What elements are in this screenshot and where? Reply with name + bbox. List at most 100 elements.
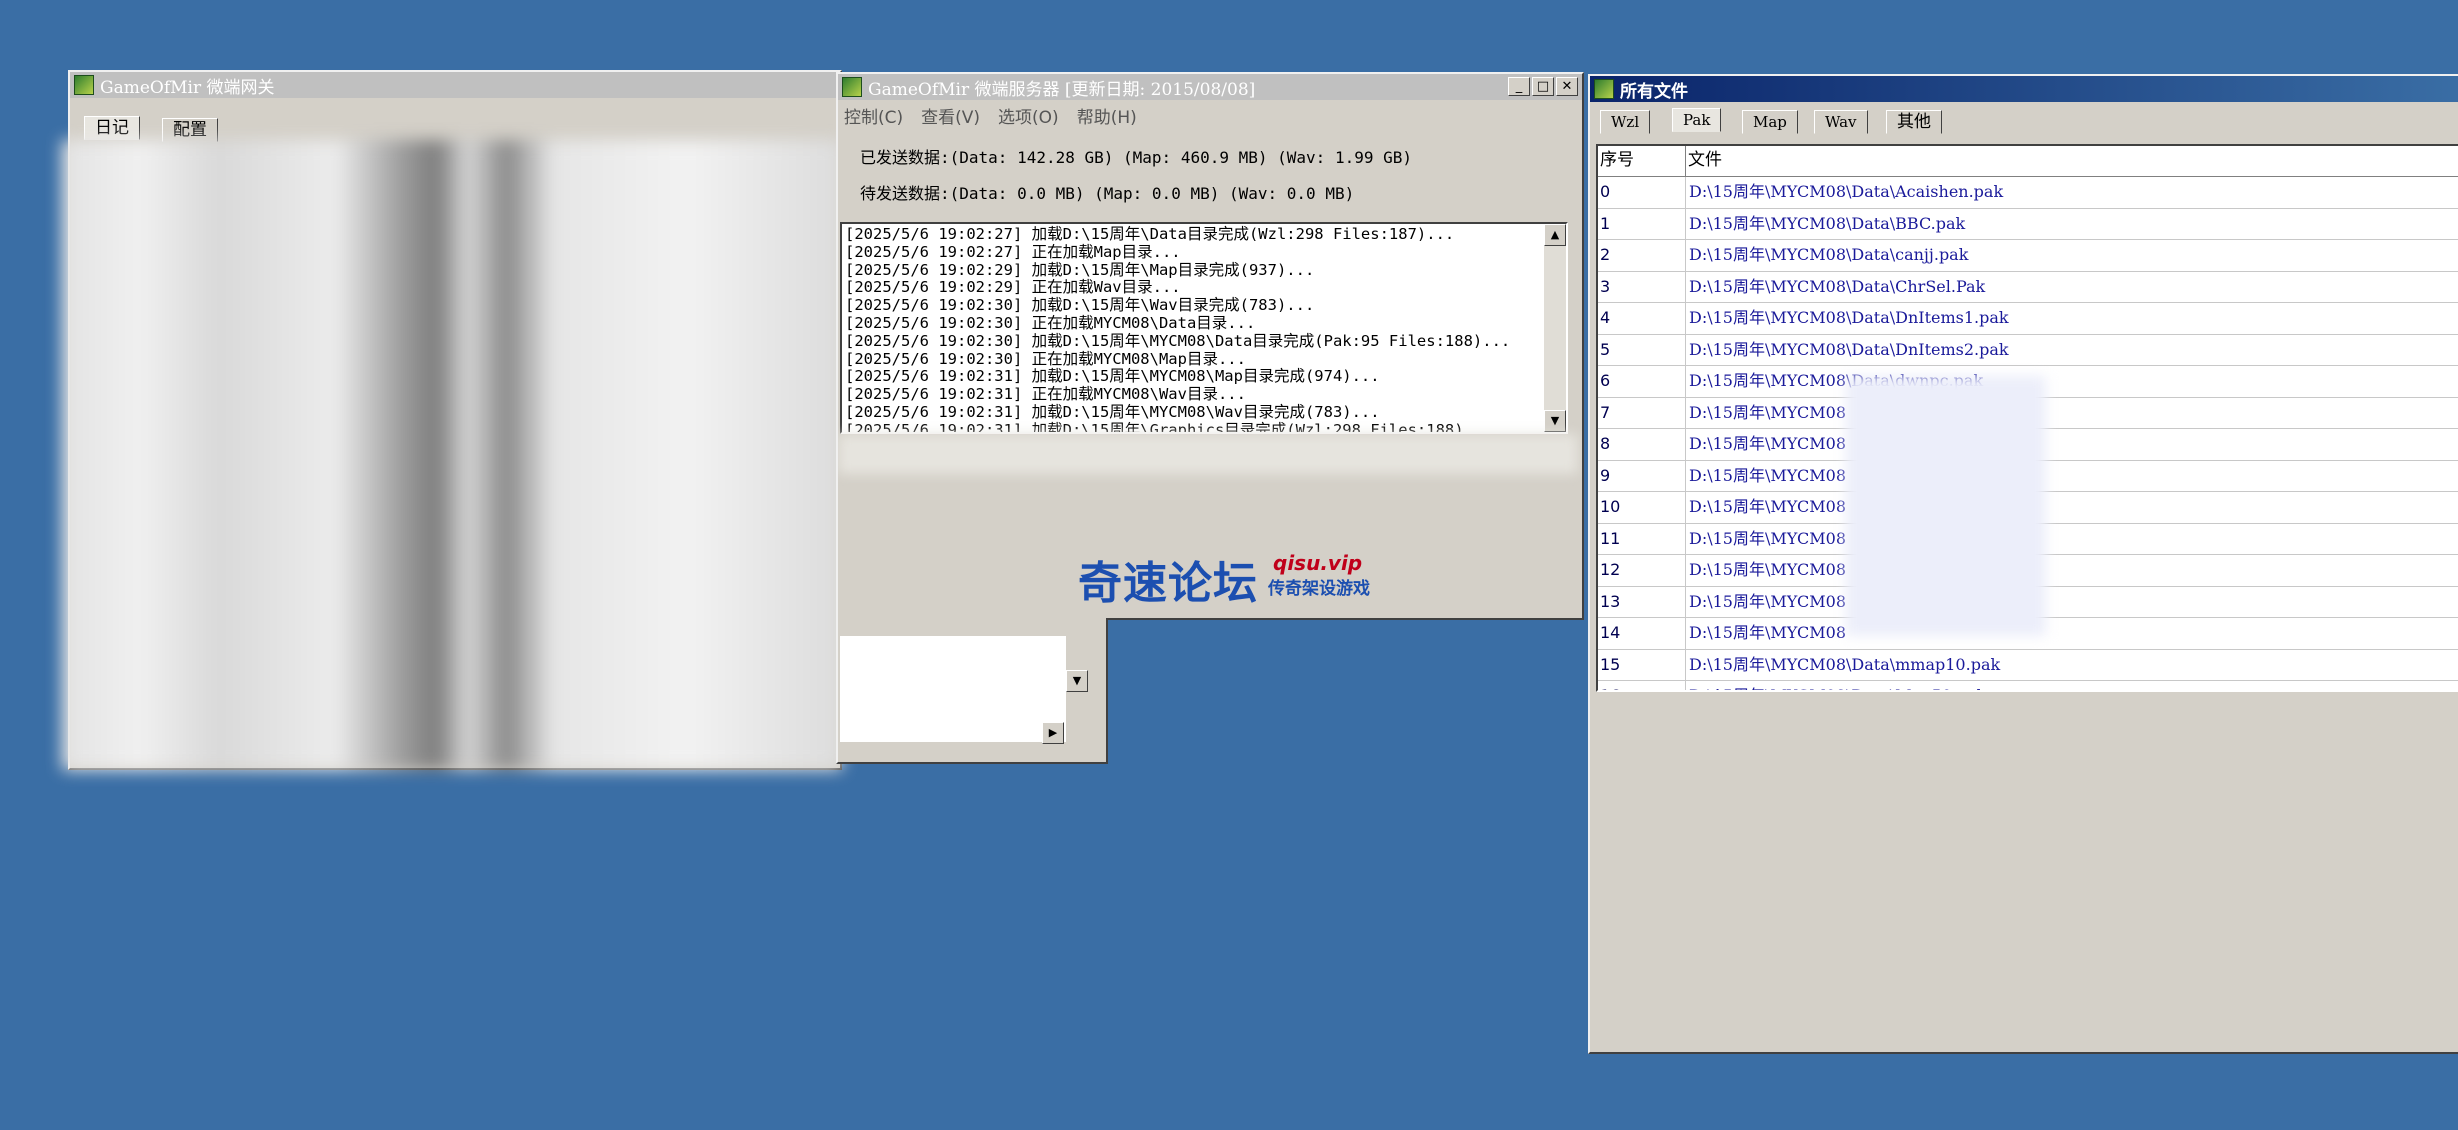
- log-line: [2025/5/6 19:02:27] 加载D:\15周年\Data目录完成(W…: [845, 225, 1455, 243]
- row-index: 15: [1598, 649, 1686, 680]
- row-file-path: D:\15周年\MYCM08: [1689, 623, 1847, 642]
- column-index[interactable]: 序号: [1598, 146, 1686, 176]
- row-file-path: D:\15周年\MYCM08: [1689, 560, 1847, 579]
- scroll-down-icon[interactable]: ▼: [1066, 670, 1088, 692]
- log-line: [2025/5/6 19:02:31] 加载D:\15周年\MYCM08\Wav…: [845, 402, 1380, 421]
- table-row[interactable]: 5 D:\15周年\MYCM08\Data\DnItems2.pak: [1598, 334, 2458, 366]
- scroll-right-icon[interactable]: ▶: [1042, 722, 1064, 744]
- hidden-panel: ▼ ▶: [836, 618, 1108, 764]
- scroll-up-icon[interactable]: ▲: [1544, 224, 1566, 246]
- row-file-path: D:\15周年\MYCM08\Data\dwnpc.pak: [1689, 371, 1984, 390]
- row-index: 7: [1598, 397, 1686, 428]
- scroll-down-icon[interactable]: ▼: [1544, 410, 1566, 432]
- app-icon: [1594, 79, 1614, 99]
- pending-data-line: 待发送数据:(Data: 0.0 MB) (Map: 0.0 MB) (Wav:…: [860, 184, 1355, 203]
- gateway-title-bar[interactable]: GameOfMir 微端网关: [70, 72, 840, 98]
- row-file-path: D:\15周年\MYCM08: [1689, 402, 1847, 422]
- log-line: [2025/5/6 19:02:31] 加载D:\15周年\Graphics目录…: [845, 420, 1492, 434]
- watermark: 奇速论坛 qisu.vip 传奇架设游戏: [1078, 547, 1370, 611]
- log-scrollbar[interactable]: ▲ ▼: [1544, 224, 1566, 432]
- tab-wav[interactable]: Wav: [1814, 110, 1868, 134]
- row-file-path: D:\15周年\MYCM08: [1689, 434, 1847, 453]
- table-row[interactable]: 1 D:\15周年\MYCM08\Data\BBC.pak: [1598, 208, 2458, 240]
- menu-control[interactable]: 控制(C): [844, 103, 903, 128]
- blurred-region: [62, 140, 842, 770]
- app-icon: [842, 77, 862, 97]
- app-icon: [74, 75, 94, 95]
- row-file-path: D:\15周年\MYCM08\Data\BBC.pak: [1689, 213, 1966, 233]
- tab-config[interactable]: 配置: [162, 118, 218, 142]
- row-index: 13: [1598, 586, 1686, 617]
- table-row[interactable]: 16D:\15周年\MYCM08\Data\Mon50.pak: [1598, 681, 2458, 690]
- server-title: GameOfMir 微端服务器 [更新日期: 2015/08/08]: [868, 79, 1256, 100]
- table-row[interactable]: 2 D:\15周年\MYCM08\Data\canjj.pak: [1598, 240, 2458, 272]
- row-index: 8: [1598, 429, 1686, 460]
- menu-bar: 控制(C) 查看(V) 选项(O) 帮助(H): [844, 103, 1137, 128]
- files-window: 所有文件 Wzl Pak Map Wav 其他 序号 文件 0 D:\15周年\M…: [1588, 74, 2458, 1054]
- log-line: [2025/5/6 19:02:30] 加载D:\15周年\MYCM08\Dat…: [845, 331, 1511, 350]
- row-index: 6: [1598, 366, 1686, 397]
- menu-options[interactable]: 选项(O): [998, 103, 1059, 128]
- row-index: 3: [1598, 271, 1686, 302]
- row-index: 16: [1598, 681, 1686, 690]
- log-line: [2025/5/6 19:02:29] 加载D:\15周年\Map目录完成(93…: [845, 260, 1315, 279]
- gateway-title: GameOfMir 微端网关: [100, 77, 275, 98]
- menu-view[interactable]: 查看(V): [921, 103, 980, 128]
- blurred-region: [838, 434, 1578, 474]
- sent-data-line: 已发送数据:(Data: 142.28 GB) (Map: 460.9 MB) …: [860, 148, 1413, 167]
- row-file-path: D:\15周年\MYCM08\Data\DnItems1.pak: [1689, 308, 2009, 327]
- row-file-path: D:\15周年\MYCM08\Data\mmap10.pak: [1689, 654, 2001, 674]
- tab-map[interactable]: Map: [1742, 110, 1798, 134]
- row-index: 1: [1598, 208, 1686, 239]
- row-file-path: D:\15周年\MYCM08\Data\Mon50.pak: [1686, 681, 2458, 690]
- minimize-button[interactable]: _: [1508, 77, 1530, 96]
- log-lines: [2025/5/6 19:02:27] 加载D:\15周年\Data目录完成(W…: [842, 224, 1566, 434]
- table-row[interactable]: 0 D:\15周年\MYCM08\Data\Acaishen.pak: [1598, 177, 2458, 209]
- row-index: 9: [1598, 460, 1686, 491]
- table-row[interactable]: 15 D:\15周年\MYCM08\Data\mmap10.pak: [1598, 649, 2458, 681]
- row-index: 14: [1598, 618, 1686, 649]
- table-row[interactable]: 3 D:\15周年\MYCM08\Data\ChrSel.Pak: [1598, 271, 2458, 303]
- log-line: [2025/5/6 19:02:30] 正在加载MYCM08\Map目录...: [845, 349, 1246, 368]
- row-file-path: D:\15周年\MYCM08: [1689, 465, 1847, 485]
- row-index: 4: [1598, 303, 1686, 334]
- column-file[interactable]: 文件: [1686, 146, 2458, 176]
- files-title: 所有文件: [1620, 81, 1688, 102]
- watermark-logo: 奇速论坛: [1078, 558, 1258, 609]
- table-row[interactable]: 4 D:\15周年\MYCM08\Data\DnItems1.pak: [1598, 303, 2458, 335]
- blurred-region: [1846, 376, 2046, 636]
- row-index: 5: [1598, 334, 1686, 365]
- tab-wzl[interactable]: Wzl: [1600, 110, 1651, 134]
- row-index: 11: [1598, 523, 1686, 554]
- log-line: [2025/5/6 19:02:31] 加载D:\15周年\MYCM08\Map…: [845, 367, 1380, 386]
- log-line: [2025/5/6 19:02:30] 加载D:\15周年\Wav目录完成(78…: [845, 296, 1315, 315]
- tab-log[interactable]: 日记: [84, 116, 140, 140]
- log-line: [2025/5/6 19:02:30] 正在加载MYCM08\Data目录...: [845, 313, 1256, 332]
- log-line: [2025/5/6 19:02:29] 正在加载Wav目录...: [845, 278, 1181, 297]
- row-file-path: D:\15周年\MYCM08: [1689, 528, 1847, 548]
- log-panel: [2025/5/6 19:02:27] 加载D:\15周年\Data目录完成(W…: [840, 222, 1568, 434]
- grid-header: 序号 文件: [1598, 146, 2458, 177]
- row-file-path: D:\15周年\MYCM08\Data\DnItems2.pak: [1689, 339, 2009, 359]
- log-line: [2025/5/6 19:02:31] 正在加载MYCM08\Wav目录...: [845, 385, 1246, 404]
- row-file-path: D:\15周年\MYCM08\Data\canjj.pak: [1689, 245, 1969, 264]
- maximize-button[interactable]: □: [1532, 77, 1554, 96]
- menu-help[interactable]: 帮助(H): [1077, 103, 1137, 128]
- row-file-path: D:\15周年\MYCM08: [1689, 497, 1847, 516]
- log-line: [2025/5/6 19:02:27] 正在加载Map目录...: [845, 242, 1181, 261]
- row-file-path: D:\15周年\MYCM08\Data\ChrSel.Pak: [1689, 276, 1986, 296]
- hidden-panel-content: [840, 636, 1066, 742]
- row-file-path: D:\15周年\MYCM08: [1689, 591, 1847, 611]
- tab-pak[interactable]: Pak: [1672, 108, 1722, 132]
- watermark-subtitle: 传奇架设游戏: [1268, 579, 1370, 599]
- tab-other[interactable]: 其他: [1886, 110, 1942, 134]
- watermark-url: qisu.vip: [1273, 551, 1363, 575]
- server-title-bar[interactable]: GameOfMir 微端服务器 [更新日期: 2015/08/08] _ □ ✕: [838, 74, 1582, 100]
- close-button[interactable]: ✕: [1556, 77, 1578, 96]
- files-title-bar[interactable]: 所有文件: [1590, 76, 2458, 102]
- row-file-path: D:\15周年\MYCM08\Data\Acaishen.pak: [1689, 182, 2004, 201]
- row-index: 0: [1598, 177, 1686, 208]
- row-index: 2: [1598, 240, 1686, 271]
- server-window: GameOfMir 微端服务器 [更新日期: 2015/08/08] _ □ ✕…: [836, 72, 1584, 620]
- row-index: 12: [1598, 555, 1686, 586]
